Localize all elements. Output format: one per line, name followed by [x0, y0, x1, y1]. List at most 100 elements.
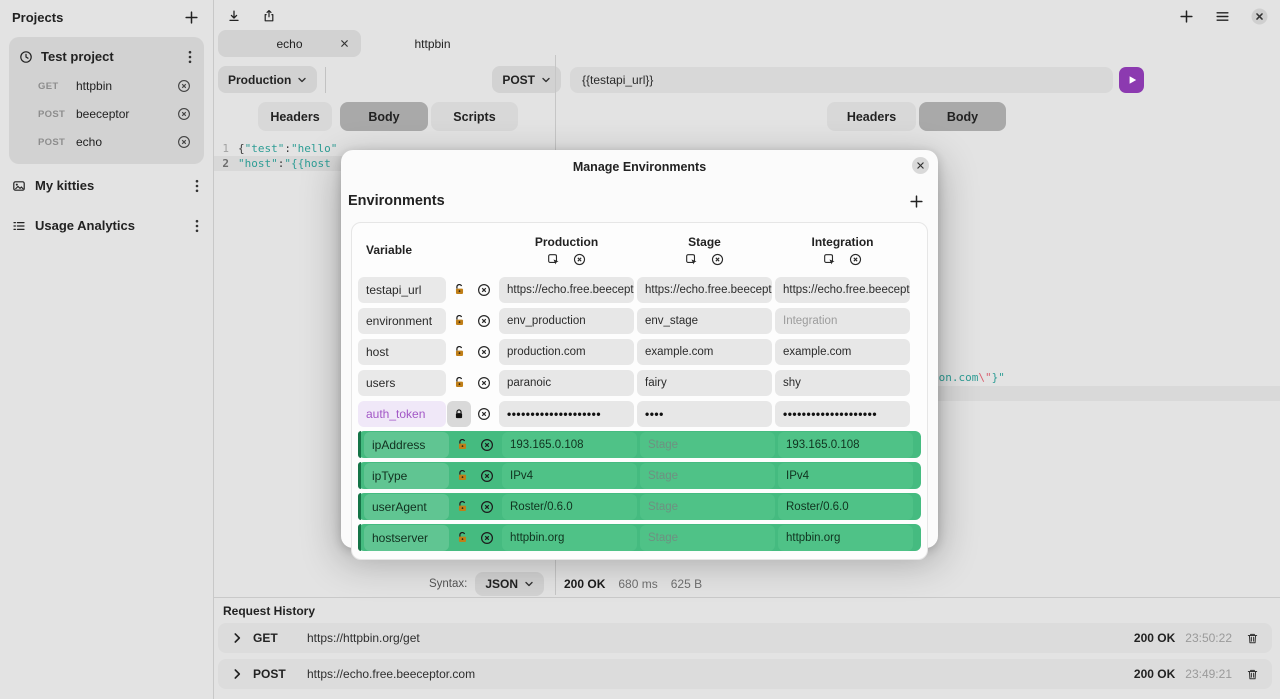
remove-variable-icon[interactable]	[475, 531, 499, 545]
chevron-down-icon	[541, 75, 551, 85]
variable-name-input[interactable]: hostserver	[364, 525, 449, 551]
trash-icon[interactable]	[1246, 668, 1259, 681]
remove-request-icon[interactable]	[177, 79, 191, 93]
lock-icon[interactable]	[447, 401, 471, 427]
tab-httpbin[interactable]: httpbin	[361, 30, 504, 57]
method-select[interactable]: POST	[492, 66, 561, 93]
value-input-production[interactable]: env_production	[499, 308, 634, 334]
history-row[interactable]: GET https://httpbin.org/get 200 OK 23:50…	[218, 623, 1272, 653]
value-input-integration[interactable]: ••••••••••••••••••••	[775, 401, 910, 427]
remove-environment-icon[interactable]	[711, 253, 724, 266]
kebab-menu-icon[interactable]	[195, 179, 199, 193]
remove-environment-icon[interactable]	[849, 253, 862, 266]
environment-select[interactable]: Production	[218, 66, 317, 93]
sidebar-item-my-kitties[interactable]: My kitties	[0, 166, 213, 204]
value-input-production[interactable]: 193.165.0.108	[502, 432, 637, 458]
remove-variable-icon[interactable]	[472, 407, 496, 421]
chevron-right-icon[interactable]	[231, 632, 243, 644]
variable-name-input[interactable]: users	[358, 370, 446, 396]
project-header[interactable]: Test project	[9, 39, 204, 72]
value-input-integration[interactable]: example.com	[775, 339, 910, 365]
tab-response-headers[interactable]: Headers	[827, 102, 916, 131]
variable-name-input[interactable]: ipAddress	[364, 432, 449, 458]
remove-variable-icon[interactable]	[475, 438, 499, 452]
add-environment-icon[interactable]	[909, 194, 924, 209]
value-input-stage[interactable]: https://echo.free.beecepto	[637, 277, 772, 303]
variable-name-input[interactable]: host	[358, 339, 446, 365]
unlock-icon[interactable]	[446, 345, 472, 358]
value-input-integration[interactable]: httpbin.org	[778, 525, 913, 551]
unlock-icon[interactable]	[449, 500, 475, 513]
remove-variable-icon[interactable]	[475, 500, 499, 514]
remove-environment-icon[interactable]	[573, 253, 586, 266]
duplicate-environment-icon[interactable]	[685, 253, 698, 266]
variable-name-input[interactable]: ipType	[364, 463, 449, 489]
tab-echo[interactable]: echo	[218, 30, 361, 57]
remove-variable-icon[interactable]	[472, 283, 496, 297]
history-row[interactable]: POST https://echo.free.beeceptor.com 200…	[218, 659, 1272, 689]
value-input-stage[interactable]: env_stage	[637, 308, 772, 334]
kebab-menu-icon[interactable]	[188, 50, 192, 64]
tab-request-scripts[interactable]: Scripts	[431, 102, 518, 131]
value-input-production[interactable]: Roster/0.6.0	[502, 494, 637, 520]
variable-name-input[interactable]: userAgent	[364, 494, 449, 520]
unlock-icon[interactable]	[446, 376, 472, 389]
value-input-stage[interactable]: Stage	[640, 525, 775, 551]
value-input-stage[interactable]: ••••	[637, 401, 772, 427]
chevron-right-icon[interactable]	[231, 668, 243, 680]
value-input-production[interactable]: IPv4	[502, 463, 637, 489]
value-input-stage[interactable]: Stage	[640, 494, 775, 520]
remove-request-icon[interactable]	[177, 107, 191, 121]
close-tab-icon[interactable]	[339, 38, 350, 49]
send-request-button[interactable]	[1119, 67, 1144, 93]
value-input-integration[interactable]: Integration	[775, 308, 910, 334]
download-icon[interactable]	[227, 9, 241, 23]
value-input-stage[interactable]: Stage	[640, 463, 775, 489]
remove-request-icon[interactable]	[177, 135, 191, 149]
sidebar-item-httpbin[interactable]: GET httpbin	[9, 72, 204, 100]
value-input-integration[interactable]: IPv4	[778, 463, 913, 489]
remove-variable-icon[interactable]	[472, 376, 496, 390]
unlock-icon[interactable]	[446, 283, 472, 296]
add-tab-icon[interactable]	[1179, 9, 1194, 24]
sidebar-item-usage-analytics[interactable]: Usage Analytics	[0, 206, 213, 244]
syntax-select[interactable]: JSON	[475, 572, 544, 596]
variable-name-input[interactable]: environment	[358, 308, 446, 334]
trash-icon[interactable]	[1246, 632, 1259, 645]
value-input-production[interactable]: paranoic	[499, 370, 634, 396]
duplicate-environment-icon[interactable]	[823, 253, 836, 266]
value-input-production[interactable]: httpbin.org	[502, 525, 637, 551]
menu-icon[interactable]	[1215, 9, 1230, 24]
unlock-icon[interactable]	[446, 314, 472, 327]
value-input-integration[interactable]: 193.165.0.108	[778, 432, 913, 458]
value-input-stage[interactable]: example.com	[637, 339, 772, 365]
duplicate-environment-icon[interactable]	[547, 253, 560, 266]
remove-variable-icon[interactable]	[472, 314, 496, 328]
sidebar-item-echo[interactable]: POST echo	[9, 128, 204, 156]
value-input-stage[interactable]: Stage	[640, 432, 775, 458]
add-project-icon[interactable]	[184, 10, 199, 25]
tab-response-body[interactable]: Body	[919, 102, 1006, 131]
unlock-icon[interactable]	[449, 469, 475, 482]
unlock-icon[interactable]	[449, 438, 475, 451]
close-modal-icon[interactable]	[912, 157, 929, 174]
value-input-production[interactable]: ••••••••••••••••••••	[499, 401, 634, 427]
tab-request-body[interactable]: Body	[340, 102, 428, 131]
unlock-icon[interactable]	[449, 531, 475, 544]
remove-variable-icon[interactable]	[472, 345, 496, 359]
variable-name-input[interactable]: auth_token	[358, 401, 446, 427]
remove-variable-icon[interactable]	[475, 469, 499, 483]
value-input-integration[interactable]: https://echo.free.beecepto	[775, 277, 910, 303]
value-input-integration[interactable]: shy	[775, 370, 910, 396]
close-window-icon[interactable]	[1251, 8, 1268, 25]
url-input[interactable]: {{testapi_url}}	[570, 67, 1113, 93]
kebab-menu-icon[interactable]	[195, 219, 199, 233]
sidebar-item-beeceptor[interactable]: POST beeceptor	[9, 100, 204, 128]
value-input-production[interactable]: https://echo.free.beecepto	[499, 277, 634, 303]
variable-name-input[interactable]: testapi_url	[358, 277, 446, 303]
value-input-production[interactable]: production.com	[499, 339, 634, 365]
value-input-integration[interactable]: Roster/0.6.0	[778, 494, 913, 520]
tab-request-headers[interactable]: Headers	[258, 102, 332, 131]
value-input-stage[interactable]: fairy	[637, 370, 772, 396]
share-icon[interactable]	[262, 9, 276, 23]
